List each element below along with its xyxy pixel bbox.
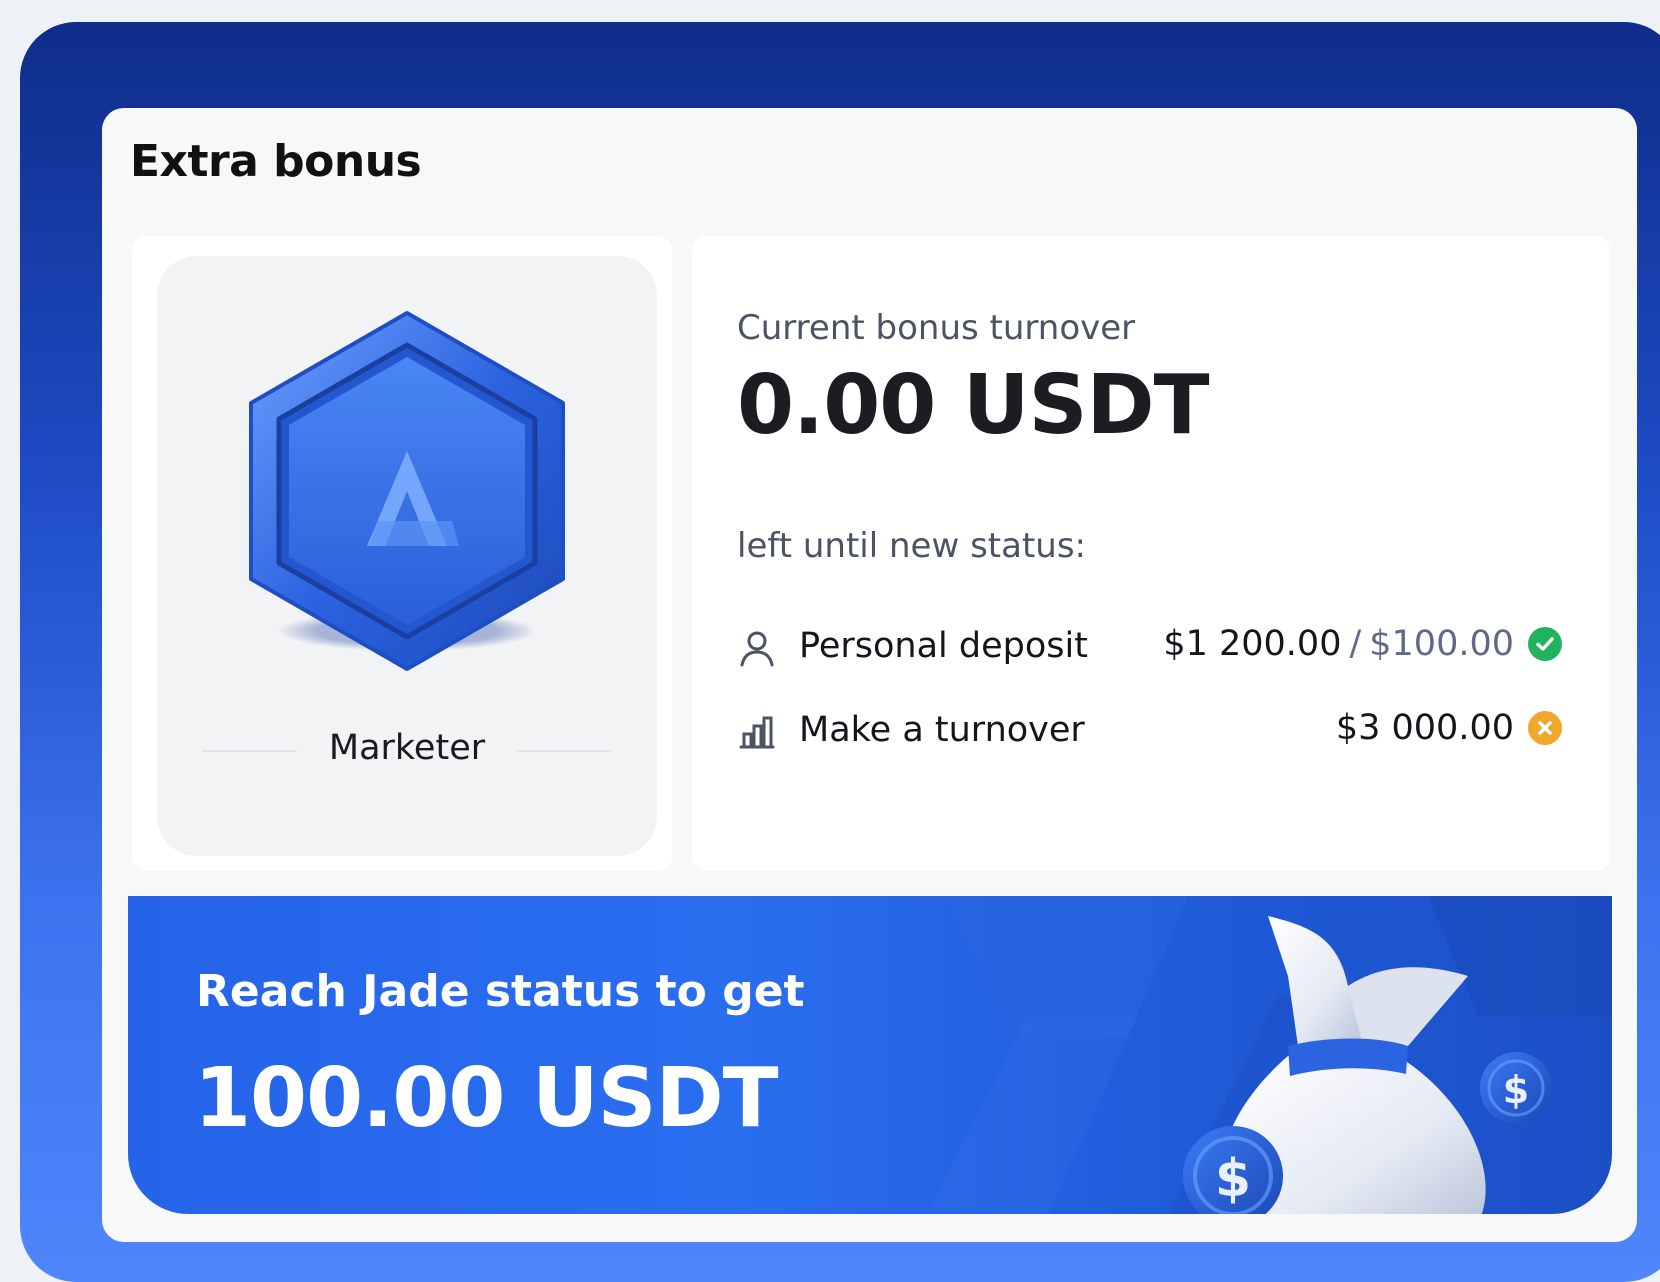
status-badge-box: Marketer: [157, 256, 657, 856]
turnover-label: Current bonus turnover: [737, 308, 1136, 348]
turnover-panel: Current bonus turnover 0.00 USDT left un…: [692, 236, 1610, 871]
status-divider-right: [517, 750, 612, 752]
coin-symbol: $: [1215, 1149, 1251, 1209]
bar-chart-icon: [739, 716, 775, 749]
extra-bonus-card: Extra bonus Marketer Current bonus turno…: [102, 108, 1637, 1242]
outer-frame: Extra bonus Marketer Current bonus turno…: [20, 22, 1660, 1282]
status-panel: Marketer: [132, 236, 672, 871]
requirement-value: $3 000.00: [1336, 708, 1562, 748]
coin-symbol: $: [1503, 1068, 1529, 1112]
requirement-current: $1 200.00: [1163, 624, 1342, 664]
banner-subtitle: Reach Jade status to get: [196, 966, 805, 1017]
banner-amount: 100.00 USDT: [194, 1051, 779, 1146]
requirement-turnover: Make a turnover $3 000.00: [737, 706, 1562, 756]
requirement-current: $3 000.00: [1335, 708, 1514, 748]
requirement-label: Make a turnover: [799, 710, 1085, 750]
requirement-target: $100.00: [1369, 624, 1514, 664]
turnover-amount: 0.00 USDT: [737, 358, 1210, 453]
requirement-value: $1 200.00 / $100.00: [1163, 624, 1562, 664]
requirement-personal-deposit: Personal deposit $1 200.00 / $100.00: [737, 622, 1562, 672]
status-badge-icon: [249, 311, 565, 671]
check-circle-icon: [1528, 627, 1562, 661]
close-circle-icon: [1528, 711, 1562, 745]
status-name: Marketer: [328, 728, 486, 768]
requirement-label: Personal deposit: [799, 626, 1088, 666]
left-until-label: left until new status:: [737, 526, 1087, 566]
requirement-separator: /: [1349, 624, 1362, 664]
card-title: Extra bonus: [130, 136, 422, 187]
user-icon: [740, 631, 774, 667]
jade-status-banner: Reach Jade status to get 100.00 USDT $ $: [128, 896, 1612, 1214]
money-bag-icon: $ $: [1183, 916, 1552, 1214]
